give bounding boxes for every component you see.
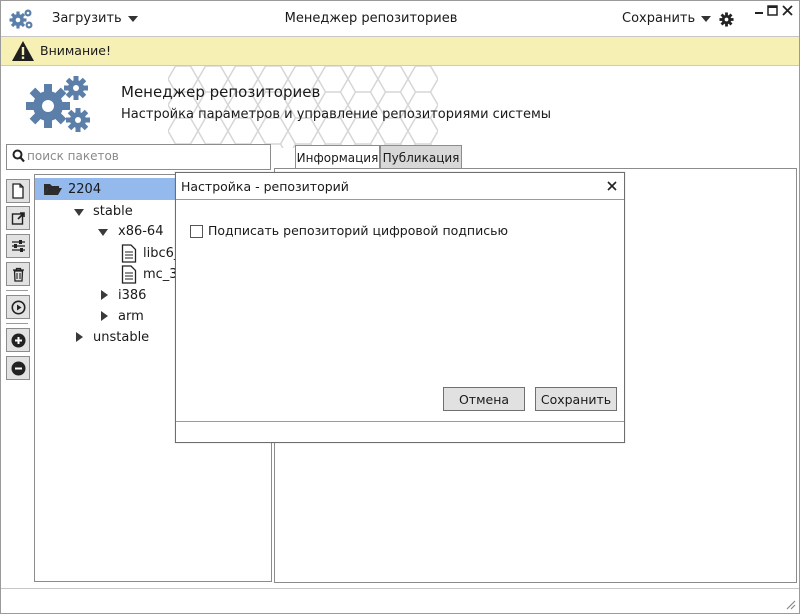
tree-item-unstable[interactable]: unstable [93, 330, 149, 345]
sign-repository-checkbox[interactable] [190, 225, 203, 238]
tab-publication-label: Публикация [382, 150, 460, 165]
tree-item-i386[interactable]: i386 [118, 288, 146, 303]
load-menu-label: Загрузить [52, 11, 122, 26]
warning-icon [11, 40, 35, 62]
tree-item-x86-64[interactable]: x86-64 [118, 224, 163, 239]
file-icon [121, 244, 137, 263]
tab-information-label: Информация [296, 151, 379, 165]
chevron-down-icon [701, 15, 712, 22]
toolbar-separator [6, 323, 28, 324]
save-menu-label: Сохранить [622, 11, 696, 26]
header-subtitle: Настройка параметров и управление репози… [121, 107, 552, 122]
tab-publication[interactable]: Публикация [380, 145, 462, 169]
remove-icon [11, 361, 26, 376]
tree-item-arm[interactable]: arm [118, 309, 144, 324]
search-box[interactable] [6, 144, 271, 170]
warning-bar: Внимание! [1, 37, 799, 66]
warning-text: Внимание! [40, 43, 111, 58]
dialog-footer-divider [176, 421, 624, 422]
expand-icon[interactable] [101, 311, 108, 321]
delete-button[interactable] [6, 262, 30, 286]
collapse-icon[interactable] [98, 229, 108, 236]
dialog-title: Настройка - репозиторий [181, 179, 349, 194]
add-button[interactable] [6, 328, 30, 352]
app-gears-icon [9, 7, 35, 31]
header-gears-icon [24, 74, 94, 136]
trash-icon [12, 267, 25, 282]
chevron-down-icon [127, 15, 138, 22]
repository-settings-dialog: Настройка - репозиторий Подписать репози… [175, 172, 625, 443]
open-external-icon [11, 211, 26, 226]
save-button-label: Сохранить [540, 391, 612, 407]
search-input[interactable] [27, 148, 265, 164]
file-icon [121, 265, 137, 284]
gear-icon[interactable] [719, 12, 734, 27]
maximize-icon[interactable] [767, 5, 778, 16]
dialog-close-icon[interactable] [604, 178, 620, 194]
new-file-icon [11, 183, 25, 199]
toolbar-separator [6, 290, 28, 291]
tree-item-mc[interactable]: mc_3 [143, 267, 178, 282]
tree-item-2204[interactable]: 2204 [68, 182, 101, 197]
load-menu-button[interactable]: Загрузить [52, 11, 138, 26]
header-title: Менеджер репозиториев [121, 83, 321, 101]
run-button[interactable] [6, 295, 30, 319]
tab-information[interactable]: Информация [295, 145, 380, 170]
sliders-icon [11, 239, 26, 253]
play-icon [11, 300, 26, 315]
remove-button[interactable] [6, 356, 30, 380]
search-icon [12, 149, 25, 163]
dialog-title-bar: Настройка - репозиторий [176, 173, 624, 200]
status-bar-divider [1, 588, 799, 589]
collapse-icon[interactable] [74, 209, 84, 216]
save-button[interactable]: Сохранить [535, 387, 617, 411]
minimize-icon[interactable] [754, 5, 764, 15]
settings-button[interactable] [6, 234, 30, 258]
cancel-button[interactable]: Отмена [443, 387, 525, 411]
cancel-button-label: Отмена [458, 391, 510, 407]
tree-item-stable[interactable]: stable [93, 204, 133, 219]
resize-grip-icon[interactable] [784, 598, 796, 610]
sign-repository-label: Подписать репозиторий цифровой подписью [208, 223, 508, 238]
expand-icon[interactable] [101, 290, 108, 300]
expand-icon[interactable] [76, 332, 83, 342]
new-file-button[interactable] [6, 179, 30, 203]
title-bar: Загрузить Менеджер репозиториев Сохранит… [1, 1, 799, 37]
add-icon [11, 333, 26, 348]
folder-open-icon [43, 182, 63, 196]
save-menu-button[interactable]: Сохранить [622, 11, 712, 26]
open-external-button[interactable] [6, 206, 30, 230]
window-title: Менеджер репозиториев [284, 11, 458, 26]
close-icon[interactable] [782, 5, 793, 16]
